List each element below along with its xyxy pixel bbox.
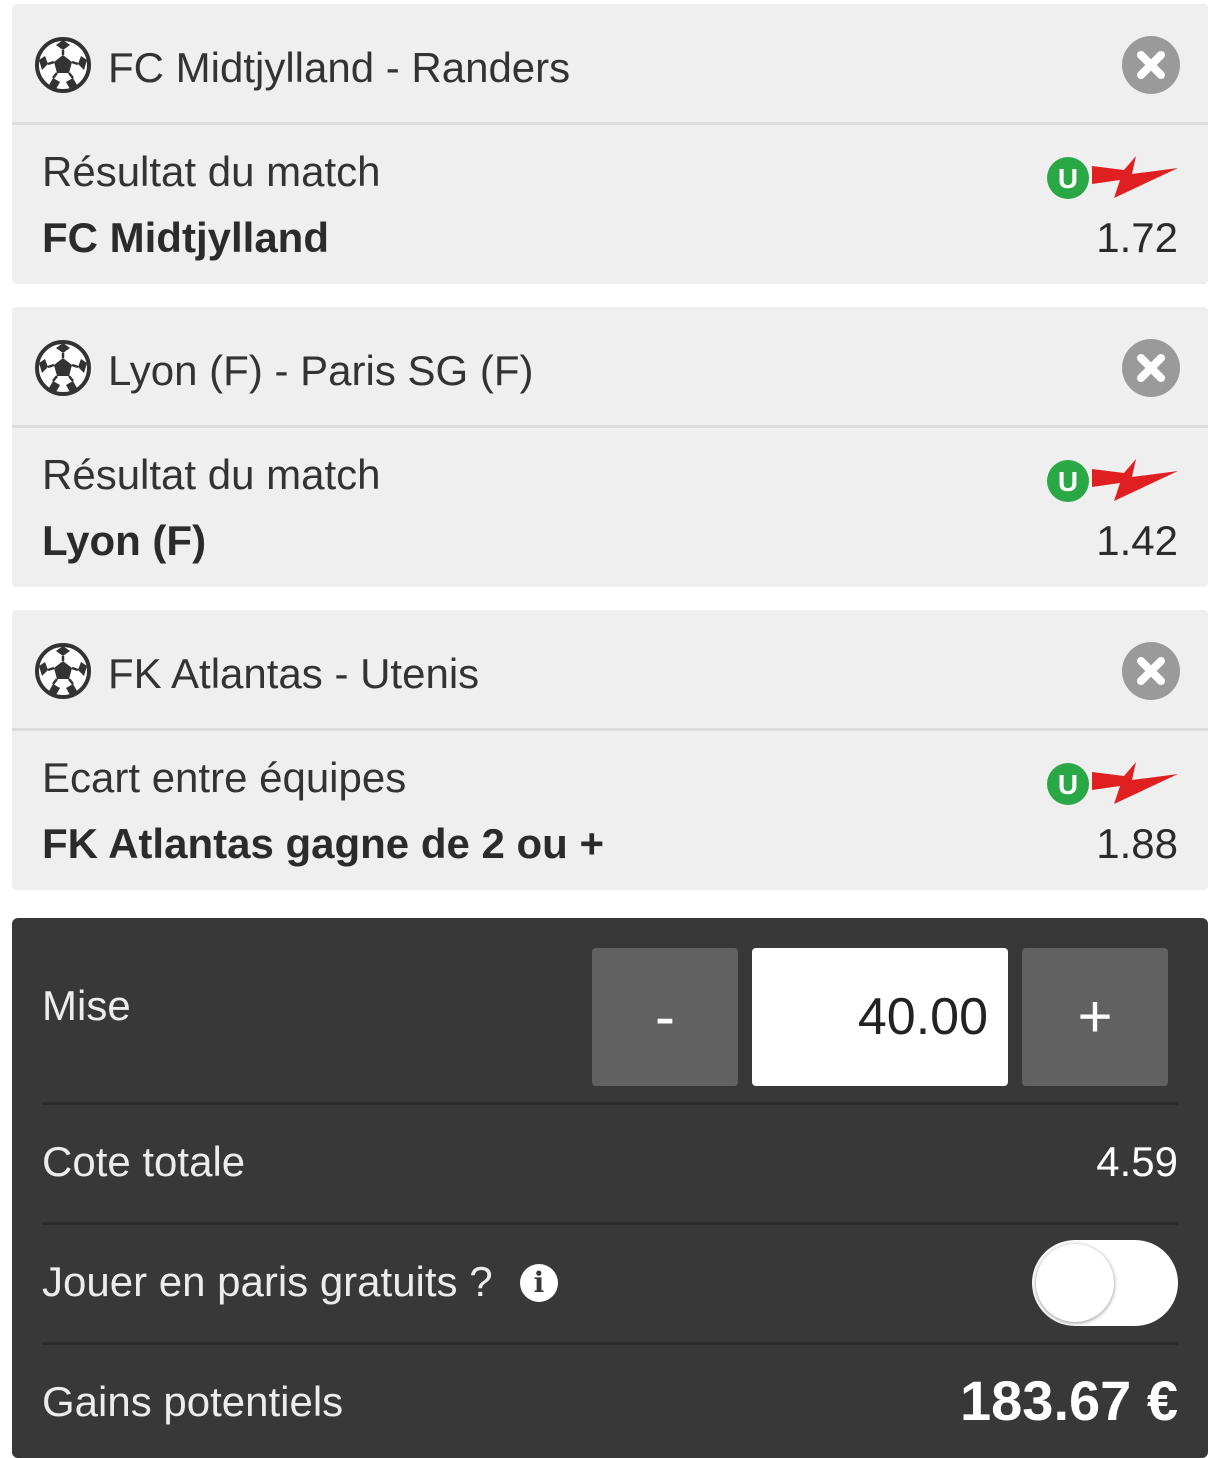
selection-odds: 1.72 [1096,214,1178,261]
selection-odds: 1.88 [1096,820,1178,867]
selection-name: FK Atlantas gagne de 2 ou + [42,820,605,867]
decrease-stake-button[interactable]: - [592,948,738,1086]
free-bets-toggle[interactable] [1032,1240,1178,1326]
bet-card: FC Midtjylland - Randers Résultat du mat… [12,4,1208,284]
market-name: Ecart entre équipes [42,754,407,801]
boost-logo-icon: U [1046,453,1180,505]
stake-label: Mise [42,982,131,1029]
svg-text:U: U [1058,163,1078,194]
potential-gains-label: Gains potentiels [42,1378,344,1425]
soccer-ball-icon [34,642,92,700]
total-odds-value: 4.59 [1096,1138,1178,1185]
stake-input[interactable] [752,948,1008,1086]
selection-odds: 1.42 [1096,517,1178,564]
boost-logo-icon: U [1046,756,1180,808]
toggle-knob [1036,1244,1114,1322]
bet-card-header: Lyon (F) - Paris SG (F) [12,307,1208,428]
remove-bet-close-icon[interactable] [1122,36,1180,94]
selection-name: FC Midtjylland [42,214,329,261]
market-name: Résultat du match [42,148,381,195]
market-name: Résultat du match [42,451,381,498]
divider [42,1342,1178,1345]
divider [42,1222,1178,1225]
increase-stake-button[interactable]: + [1022,948,1168,1086]
match-title: FK Atlantas - Utenis [108,650,480,697]
match-title: Lyon (F) - Paris SG (F) [108,347,534,394]
match-title: FC Midtjylland - Randers [108,44,571,91]
free-bets-label: Jouer en paris gratuits ? [42,1258,493,1305]
info-icon[interactable]: i [520,1264,558,1302]
bet-card: Lyon (F) - Paris SG (F) Résultat du matc… [12,307,1208,587]
remove-bet-close-icon[interactable] [1122,642,1180,700]
soccer-ball-icon [34,36,92,94]
svg-text:U: U [1058,769,1078,800]
betslip-summary-panel: Mise - + Cote totale 4.59 Jouer en paris… [12,918,1208,1458]
soccer-ball-icon [34,339,92,397]
divider [42,1102,1178,1105]
bet-card-header: FK Atlantas - Utenis [12,610,1208,731]
bet-card-header: FC Midtjylland - Randers [12,4,1208,125]
remove-bet-close-icon[interactable] [1122,339,1180,397]
potential-gains-value: 183.67 € [960,1369,1178,1432]
boost-logo-icon: U [1046,150,1180,202]
bet-card: FK Atlantas - Utenis Ecart entre équipes… [12,610,1208,890]
svg-text:U: U [1058,466,1078,497]
selection-name: Lyon (F) [42,517,207,564]
total-odds-label: Cote totale [42,1138,246,1185]
